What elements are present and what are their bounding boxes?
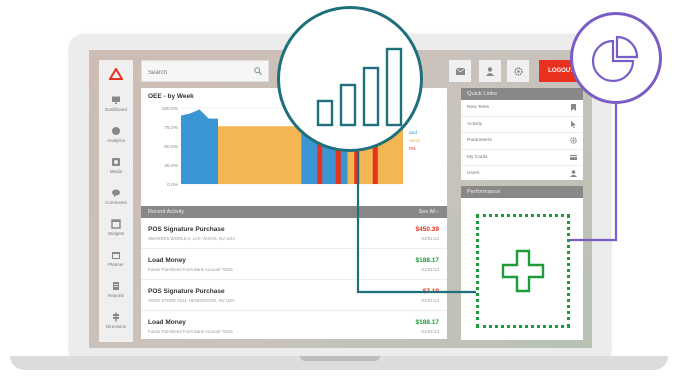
plus-icon <box>501 249 545 293</box>
purple-connector-line <box>570 104 618 242</box>
bar-chart-callout <box>277 6 423 152</box>
pie-chart-icon <box>591 35 639 83</box>
pie-chart-callout <box>570 12 662 104</box>
bar-chart-icon <box>316 47 403 127</box>
teal-connector-line <box>356 152 476 294</box>
add-widget-callout[interactable] <box>476 214 570 328</box>
